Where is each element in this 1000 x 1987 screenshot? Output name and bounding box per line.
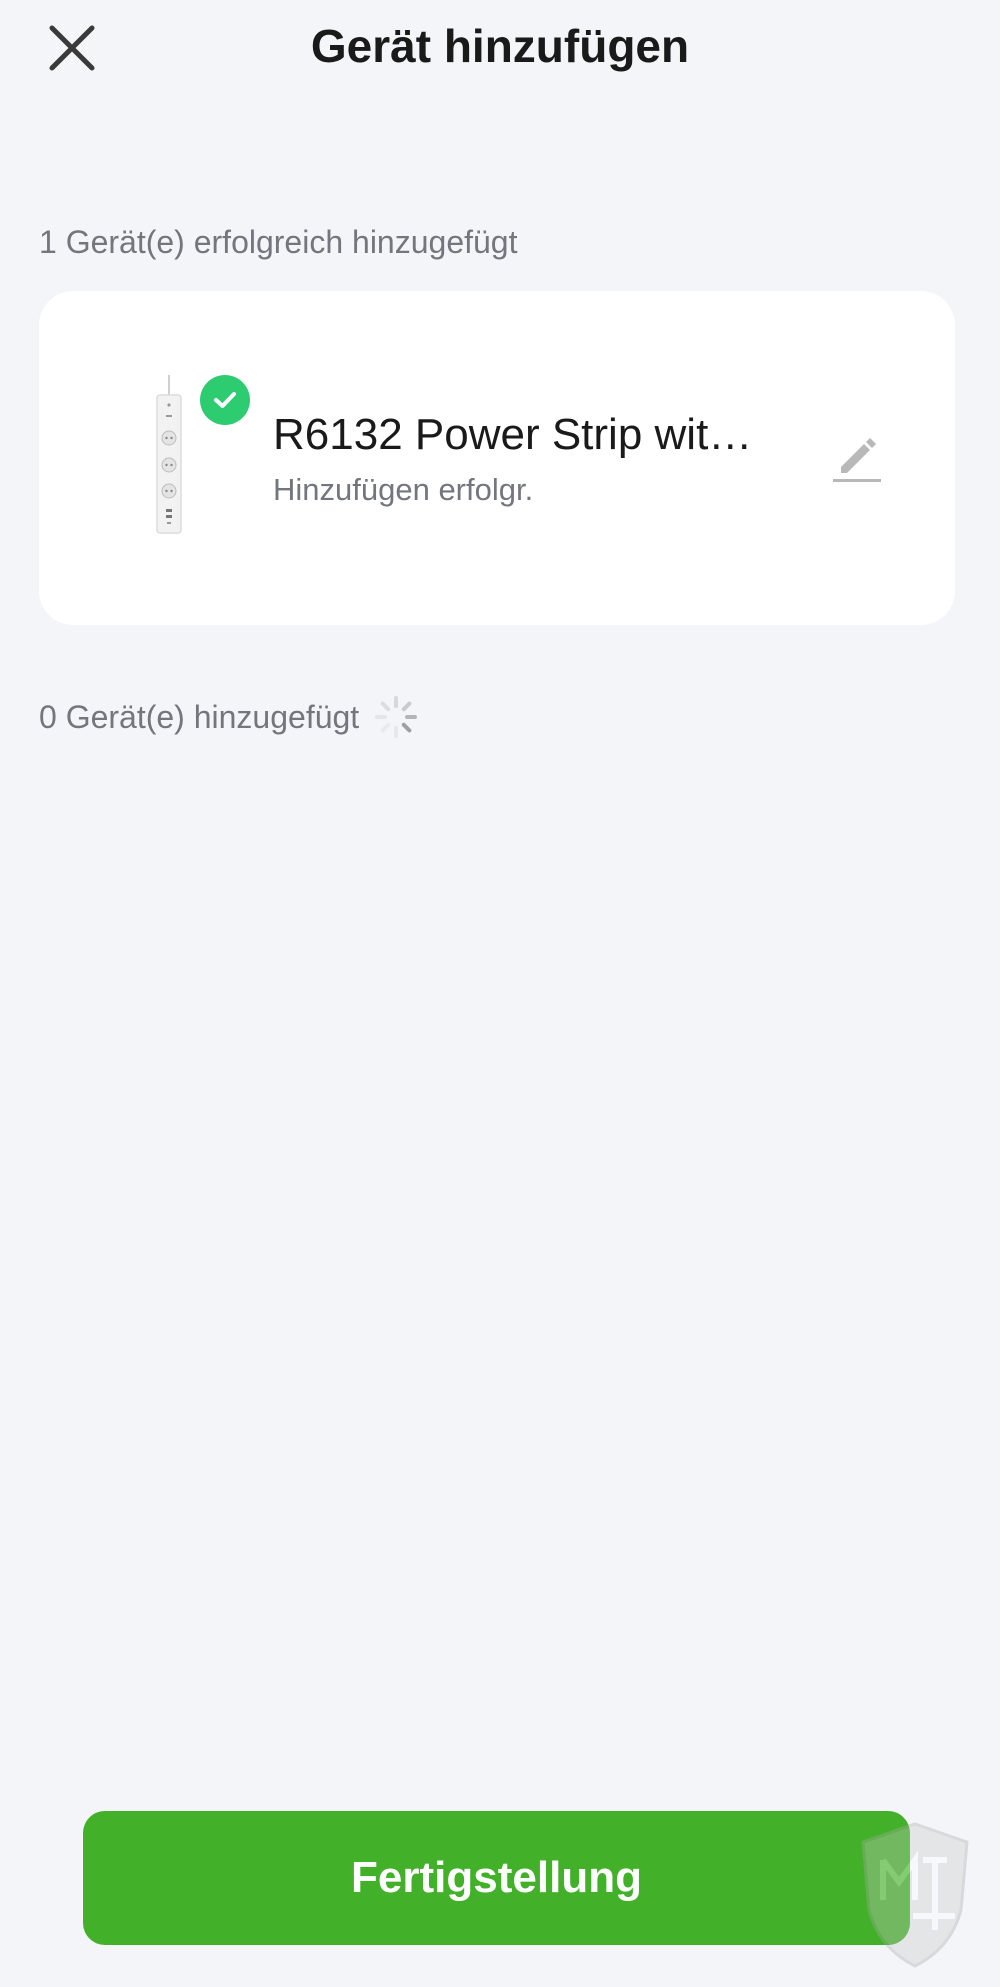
check-icon [214,392,236,408]
pending-section-label: 0 Gerät(e) hinzugefügt [39,699,360,735]
watermark-shield-logo [861,1822,969,1968]
pencil-icon [833,438,881,482]
page-title: Gerät hinzufügen [310,20,690,72]
success-badge [200,375,250,425]
device-card: R6132 Power Strip wit… Hinzufügen erfolg… [39,291,955,625]
edit-device-name-button[interactable] [829,429,885,485]
loading-spinner-icon [375,696,418,738]
power-strip-image [156,375,182,534]
pending-section: 0 Gerät(e) hinzugefügt [39,696,419,738]
finish-button[interactable]: Fertigstellung [83,1811,910,1945]
device-status: Hinzufügen erfolgr. [273,472,534,507]
header-bar: Gerät hinzufügen [0,0,1000,95]
success-section-label: 1 Gerät(e) erfolgreich hinzugefügt [39,224,518,260]
device-name: R6132 Power Strip wit… [273,410,753,459]
